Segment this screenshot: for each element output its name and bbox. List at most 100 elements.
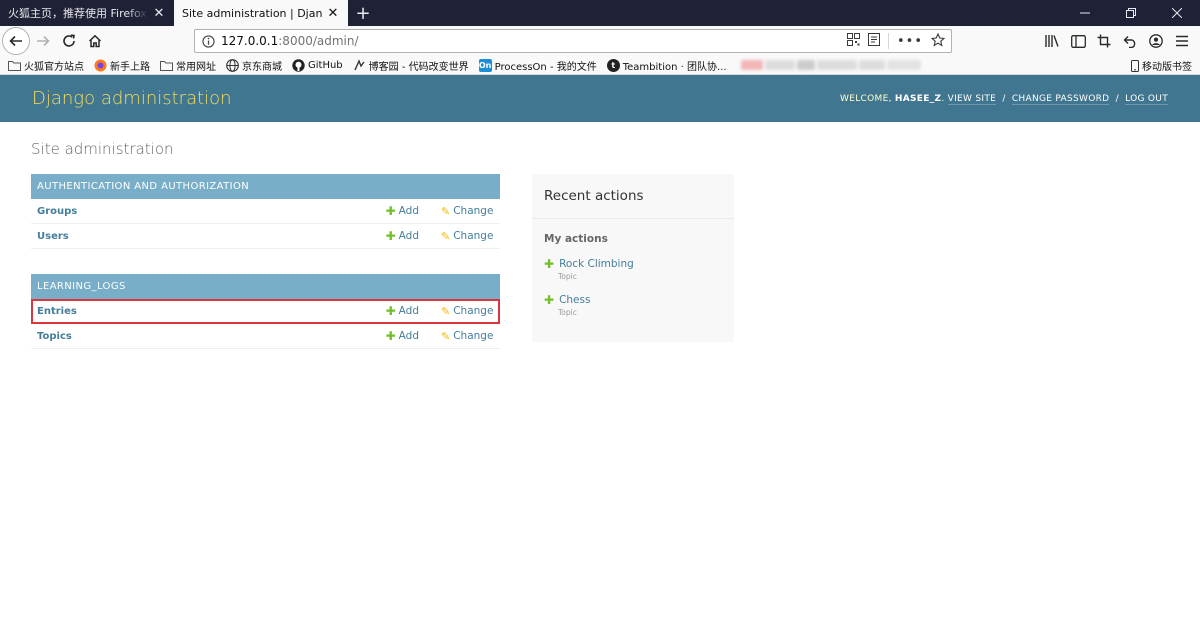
- add-topics-button[interactable]: ✚ Add: [369, 330, 419, 342]
- new-tab-button[interactable]: +: [348, 0, 378, 26]
- recent-actions-panel: Recent actions My actions ✚ Rock Climbin…: [532, 174, 734, 342]
- info-icon[interactable]: [195, 34, 221, 48]
- model-row-users: Users ✚ Add ✎ Change: [31, 224, 500, 249]
- change-topics-button[interactable]: ✎ Change: [441, 330, 493, 342]
- qr-code-icon[interactable]: [846, 33, 860, 49]
- reader-view-icon[interactable]: [867, 33, 880, 49]
- model-link-entries[interactable]: Entries: [31, 306, 369, 317]
- home-button[interactable]: [82, 28, 108, 54]
- browser-toolbar-right: [1042, 28, 1192, 54]
- recent-action-item: ✚ Chess Topic: [544, 294, 734, 317]
- module-caption[interactable]: AUTHENTICATION AND AUTHORIZATION: [31, 174, 500, 199]
- tab-site-administration[interactable]: Site administration | Django site ✕: [174, 0, 348, 26]
- mobile-bookmarks[interactable]: 移动版书签: [1131, 58, 1192, 73]
- library-icon[interactable]: [1042, 29, 1062, 53]
- teambition-icon: t: [606, 58, 620, 72]
- minimize-button[interactable]: [1062, 0, 1108, 26]
- recent-action-item: ✚ Rock Climbing Topic: [544, 258, 734, 281]
- bookmark-label: ProcessOn - 我的文件: [494, 61, 597, 73]
- bookmark-jd[interactable]: 京东商城: [226, 58, 282, 73]
- add-label: Add: [398, 305, 419, 317]
- model-link-users[interactable]: Users: [31, 231, 369, 242]
- bookmark-star-icon[interactable]: [930, 32, 946, 50]
- bookmark-processon[interactable]: On ProcessOn - 我的文件: [478, 58, 597, 73]
- sidebar-icon[interactable]: [1068, 29, 1088, 53]
- add-label: Add: [398, 230, 419, 242]
- mobile-bookmarks-label: 移动版书签: [1142, 62, 1192, 73]
- close-window-button[interactable]: [1154, 0, 1200, 26]
- recent-action-link[interactable]: Rock Climbing: [559, 258, 634, 270]
- bookmarks-toolbar: 火狐官方站点 新手上路 常用网址 京东商城 GitHub 博客园 - 代码改变世…: [0, 56, 1200, 75]
- url-bar[interactable]: 127.0.0.1:8000/admin/ •••: [194, 29, 952, 53]
- arrow-right-icon: [37, 35, 50, 47]
- close-icon[interactable]: ✕: [152, 6, 166, 21]
- pencil-icon: ✎: [441, 204, 451, 218]
- add-label: Add: [398, 330, 419, 342]
- undo-icon[interactable]: [1120, 29, 1140, 53]
- mobile-phone-icon: [1131, 59, 1139, 72]
- add-groups-button[interactable]: ✚ Add: [369, 205, 419, 217]
- recent-actions-title: Recent actions: [532, 174, 734, 219]
- module-learning-logs: LEARNING_LOGS Entries ✚ Add ✎ Change Topic…: [31, 274, 500, 349]
- admin-header: Django administration WELCOME, HASEE_Z. …: [0, 75, 1200, 122]
- site-branding[interactable]: Django administration: [32, 88, 232, 109]
- bookmark-label: 博客园 - 代码改变世界: [368, 61, 469, 73]
- firefox-icon: [94, 59, 107, 71]
- model-row-groups: Groups ✚ Add ✎ Change: [31, 199, 500, 224]
- bookmark-common-sites[interactable]: 常用网址: [160, 58, 216, 73]
- bookmark-label: 京东商城: [242, 61, 282, 73]
- url-path: :8000/admin/: [278, 34, 359, 48]
- plus-icon: ✚: [385, 329, 396, 343]
- restore-button[interactable]: [1108, 0, 1154, 26]
- tab-firefox-home[interactable]: 火狐主页，推荐使用 Firefox 火狐浏 ✕: [0, 0, 174, 26]
- add-entries-button[interactable]: ✚ Add: [369, 305, 419, 317]
- blurred-bookmarks: [740, 60, 921, 70]
- view-site-link[interactable]: VIEW SITE: [947, 93, 997, 105]
- url-actions: •••: [846, 32, 951, 50]
- screenshot-crop-icon[interactable]: [1094, 29, 1114, 53]
- add-label: Add: [398, 205, 419, 217]
- recent-action-link[interactable]: Chess: [559, 294, 590, 306]
- change-label: Change: [453, 205, 494, 217]
- bookmark-cnblogs[interactable]: 博客园 - 代码改变世界: [353, 58, 469, 73]
- model-link-topics[interactable]: Topics: [31, 331, 369, 342]
- change-users-button[interactable]: ✎ Change: [441, 230, 493, 242]
- cnblogs-icon: [354, 58, 365, 70]
- url-host: 127.0.0.1: [221, 34, 279, 48]
- logout-link[interactable]: LOG OUT: [1125, 93, 1168, 105]
- account-icon[interactable]: [1146, 29, 1166, 53]
- home-icon: [88, 34, 102, 48]
- page-actions-icon[interactable]: •••: [897, 34, 923, 49]
- change-groups-button[interactable]: ✎ Change: [441, 204, 493, 218]
- github-icon: [292, 58, 305, 72]
- close-icon[interactable]: ✕: [326, 6, 340, 21]
- bookmark-teambition[interactable]: t Teambition · 团队协...: [606, 58, 727, 73]
- bookmark-firefox-official[interactable]: 火狐官方站点: [8, 58, 84, 73]
- change-password-link[interactable]: CHANGE PASSWORD: [1011, 93, 1110, 105]
- plus-icon: ✚: [385, 229, 396, 243]
- change-entries-button[interactable]: ✎ Change: [441, 305, 493, 317]
- restore-icon: [1126, 8, 1136, 18]
- bookmark-label: 新手上路: [110, 61, 150, 73]
- recent-action-type: Topic: [558, 308, 577, 317]
- folder-icon: [160, 60, 173, 71]
- reload-icon: [63, 34, 75, 47]
- window-controls: [1062, 0, 1200, 26]
- bookmark-github[interactable]: GitHub: [292, 58, 343, 72]
- plus-icon: +: [355, 2, 371, 24]
- plus-icon: ✚: [385, 304, 396, 318]
- add-users-button[interactable]: ✚ Add: [369, 230, 419, 242]
- module-auth: AUTHENTICATION AND AUTHORIZATION Groups …: [31, 174, 500, 249]
- menu-icon[interactable]: [1172, 29, 1192, 53]
- back-button[interactable]: [2, 27, 30, 55]
- minimize-icon: [1080, 12, 1090, 14]
- forward-button[interactable]: [30, 28, 56, 54]
- tab-title: Site administration | Django site: [182, 6, 322, 20]
- bookmark-getting-started[interactable]: 新手上路: [94, 58, 150, 73]
- module-caption[interactable]: LEARNING_LOGS: [31, 274, 500, 299]
- reload-button[interactable]: [56, 28, 82, 54]
- model-link-groups[interactable]: Groups: [31, 206, 369, 217]
- username: HASEE_Z: [894, 93, 942, 104]
- bookmark-label: 常用网址: [176, 61, 216, 73]
- url-text[interactable]: 127.0.0.1:8000/admin/: [221, 34, 847, 48]
